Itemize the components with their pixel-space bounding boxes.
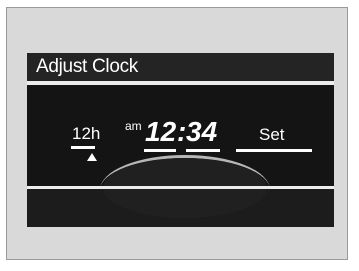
bottom-divider	[27, 186, 334, 189]
set-button[interactable]: Set	[259, 125, 285, 145]
display-screen: Adjust Clock 12h am 12 : 34 Set	[27, 53, 334, 227]
ampm-indicator[interactable]: am	[125, 119, 142, 133]
hour-underline	[144, 149, 176, 152]
screen-title: Adjust Clock	[36, 56, 138, 77]
format-toggle[interactable]: 12h	[72, 124, 100, 144]
minute-underline	[186, 149, 220, 152]
format-underline	[71, 146, 95, 149]
time-separator: :	[177, 116, 187, 147]
caret-up-icon	[87, 153, 97, 161]
title-bar: Adjust Clock	[27, 53, 334, 81]
minute-field[interactable]: 34	[186, 116, 217, 148]
hour-field[interactable]: 12	[145, 116, 176, 148]
set-underline	[236, 149, 312, 152]
